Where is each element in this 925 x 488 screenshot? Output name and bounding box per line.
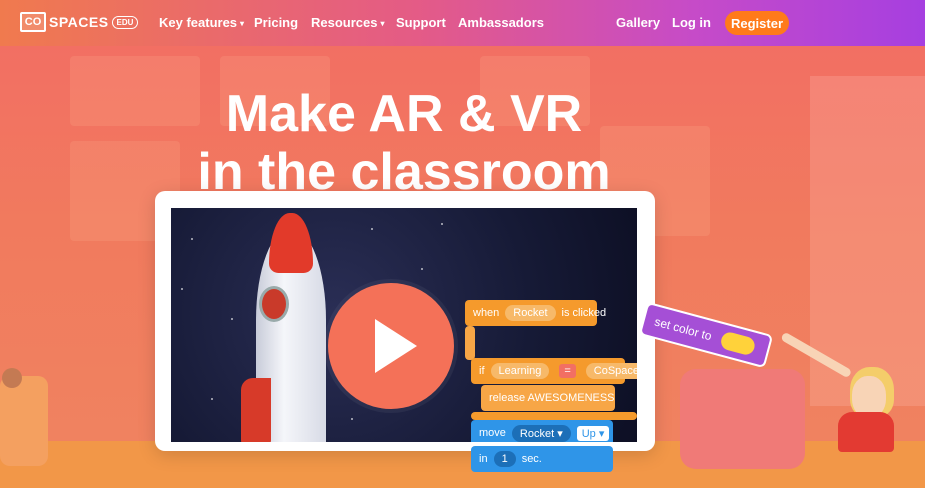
nav-ambassadors-label: Ambassadors xyxy=(458,15,544,30)
cospaces-logo[interactable]: CO SPACES EDU xyxy=(20,12,139,32)
code-sec: sec. xyxy=(521,453,542,465)
nav-login[interactable]: Log in xyxy=(672,15,711,30)
code-release: release AWESOMENESS xyxy=(489,392,615,404)
color-swatch xyxy=(718,330,757,357)
code-block-connector xyxy=(465,326,475,360)
code-is-clicked: is clicked xyxy=(561,307,607,319)
chevron-down-icon: ▾ xyxy=(380,19,385,28)
star xyxy=(191,238,193,240)
logo-mark: CO xyxy=(20,12,46,32)
rocket-fin xyxy=(241,378,271,442)
code-learning-pill: Learning xyxy=(490,363,550,379)
star xyxy=(441,223,443,225)
nav-gallery[interactable]: Gallery xyxy=(616,15,660,30)
nav-support-label: Support xyxy=(396,15,446,30)
code-when: when xyxy=(473,307,500,319)
code-block-if: if Learning = CoSpaces xyxy=(471,358,637,384)
code-move: move xyxy=(479,427,506,439)
star xyxy=(231,318,233,320)
rocket-window xyxy=(259,286,289,322)
character-body xyxy=(838,412,894,452)
play-icon xyxy=(375,319,417,373)
star xyxy=(421,268,423,270)
nav-pricing[interactable]: Pricing xyxy=(254,15,298,30)
code-cospaces-pill: CoSpaces xyxy=(585,363,637,379)
code-if: if xyxy=(479,365,485,377)
nav-resources[interactable]: Resources ▾ xyxy=(311,15,385,30)
nav-ambassadors[interactable]: Ambassadors xyxy=(458,15,544,30)
code-rocket-dropdown: Rocket ▾ xyxy=(511,424,571,442)
code-one-pill: 1 xyxy=(493,451,516,467)
nav-resources-label: Resources xyxy=(311,15,378,30)
code-block-in: in 1 sec. xyxy=(471,446,613,472)
register-button[interactable]: Register xyxy=(725,11,789,35)
code-in: in xyxy=(479,453,488,465)
star xyxy=(181,288,183,290)
nav-gallery-label: Gallery xyxy=(616,15,661,30)
chevron-down-icon: ▾ xyxy=(240,19,245,28)
character-hand xyxy=(2,368,22,388)
left-stool xyxy=(0,376,48,466)
nav-key-features[interactable]: Key features ▾ xyxy=(159,15,244,30)
code-block-when: when Rocket is clicked xyxy=(465,300,606,326)
code-up-dropdown: Up ▾ xyxy=(576,425,610,441)
star xyxy=(371,228,373,230)
nav-login-label: Log in xyxy=(672,15,711,30)
rocket-nose xyxy=(269,213,313,273)
code-block-release: release AWESOMENESS xyxy=(481,385,615,411)
logo-edu-badge: EDU xyxy=(111,15,139,29)
nav-pricing-label: Pricing xyxy=(254,15,299,30)
pink-stool xyxy=(680,369,805,469)
star xyxy=(351,418,353,420)
top-nav: CO SPACES EDU Key features ▾ Pricing Reso… xyxy=(0,0,925,46)
code-block-move: move Rocket ▾ Up ▾ xyxy=(471,420,613,442)
nav-key-features-label: Key features xyxy=(159,15,238,30)
code-equals: = xyxy=(559,364,576,378)
play-button[interactable] xyxy=(328,283,454,409)
set-color-label: set color to xyxy=(652,314,714,344)
hero-title-line1: Make AR & VR xyxy=(225,85,583,143)
code-rocket-pill: Rocket xyxy=(505,305,556,321)
logo-text: SPACES xyxy=(49,14,109,30)
star xyxy=(211,398,213,400)
nav-support[interactable]: Support xyxy=(396,15,446,30)
code-block-endif xyxy=(471,412,637,420)
video-player[interactable]: when Rocket is clicked if Learning = CoS… xyxy=(171,208,637,442)
